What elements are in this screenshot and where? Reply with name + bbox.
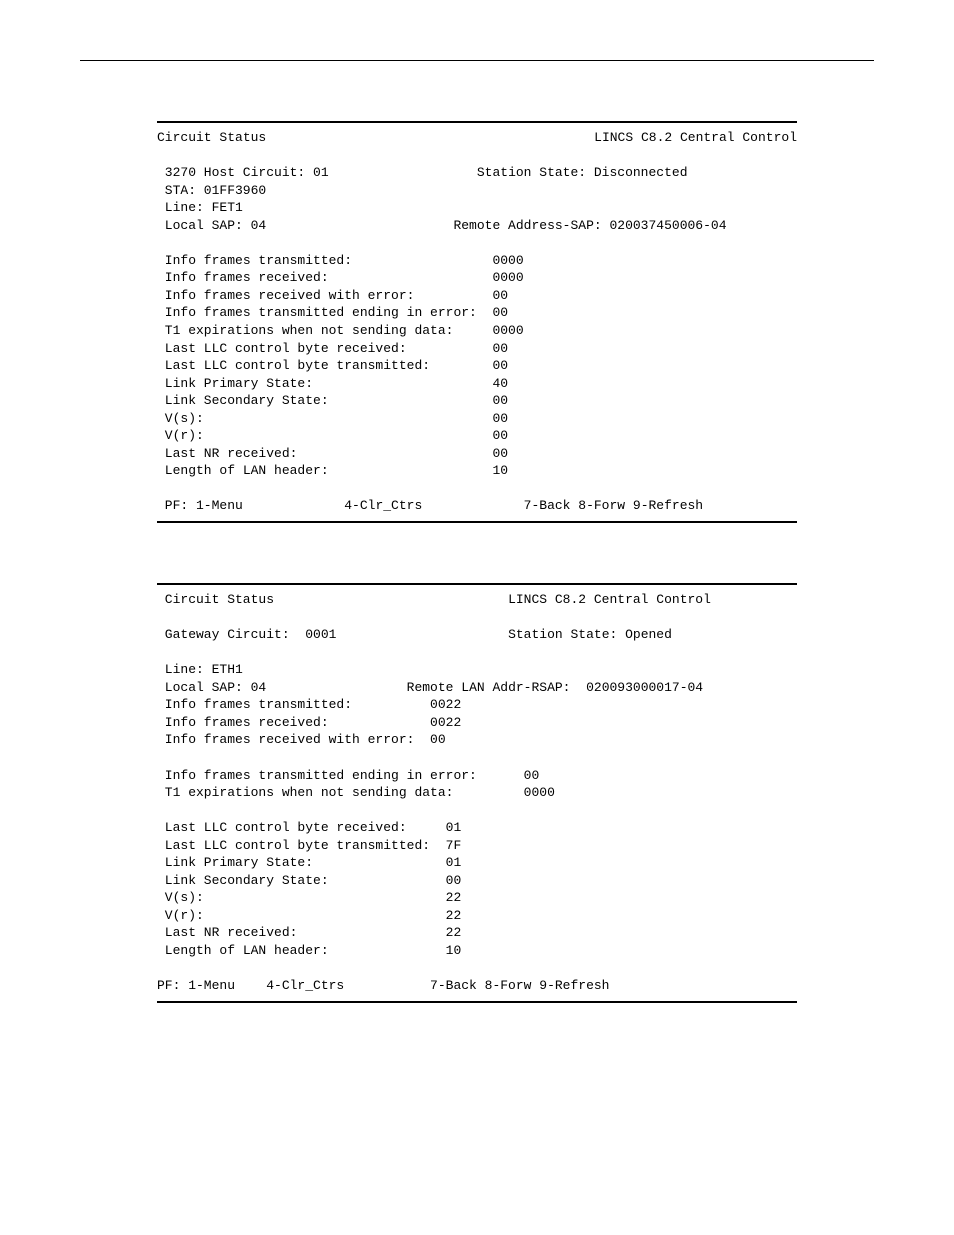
panel-top-rule: [157, 583, 797, 585]
circuit-status-panel-2: Circuit Status LINCS C8.2 Central Contro…: [157, 583, 797, 1003]
stat-row: Info frames transmitted ending in error:…: [157, 768, 539, 783]
circuit-status-panel-1: Circuit Status LINCS C8.2 Central Contro…: [157, 121, 797, 523]
stat-row: V(r): 22: [157, 908, 461, 923]
stat-row: Info frames transmitted: 0022: [157, 697, 461, 712]
panel-title-right: LINCS C8.2 Central Control: [594, 129, 797, 147]
stat-row: Link Secondary State: 00: [157, 873, 461, 888]
stat-row: Last LLC control byte transmitted: 00: [157, 358, 508, 373]
panel-bottom-rule: [157, 1001, 797, 1003]
blank-line: [157, 645, 165, 660]
remote-addr: Remote LAN Addr-RSAP: 020093000017-04: [407, 680, 703, 695]
page-top-rule: [80, 60, 874, 61]
stat-row: Link Secondary State: 00: [157, 393, 508, 408]
station-state: Station State: Opened: [508, 627, 672, 642]
stat-row: Info frames transmitted ending in error:…: [157, 305, 508, 320]
panel2-body: Circuit Status LINCS C8.2 Central Contro…: [157, 591, 797, 995]
pf-line[interactable]: PF: 1-Menu 4-Clr_Ctrs 7-Back 8-Forw 9-Re…: [157, 978, 609, 993]
remote-addr: Remote Address-SAP: 020037450006-04: [453, 218, 726, 233]
line-line: Line: FET1: [157, 200, 243, 215]
stat-row: V(s): 00: [157, 411, 508, 426]
stat-row: Link Primary State: 01: [157, 855, 461, 870]
panel1-body: 3270 Host Circuit: 01 Station State: Dis…: [157, 147, 797, 515]
panel-bottom-rule: [157, 521, 797, 523]
gateway-circuit: Gateway Circuit: 0001: [165, 627, 337, 642]
stat-row: Link Primary State: 40: [157, 376, 508, 391]
blank-line: [157, 610, 165, 625]
stat-row: Last NR received: 22: [157, 925, 461, 940]
panel-title-row: Circuit Status LINCS C8.2 Central Contro…: [157, 129, 797, 147]
panel-title-left: Circuit Status: [165, 592, 274, 607]
stat-row: T1 expirations when not sending data: 00…: [157, 785, 555, 800]
blank-line: [157, 481, 165, 496]
station-state: Station State: Disconnected: [477, 165, 688, 180]
pf-clr-ctrs[interactable]: 4-Clr_Ctrs: [344, 498, 422, 513]
stat-row: Info frames received with error: 00: [157, 288, 508, 303]
local-sap: Local SAP: 04: [165, 218, 266, 233]
stat-row: Info frames received: 0000: [157, 270, 524, 285]
stat-row: Last LLC control byte received: 01: [157, 820, 461, 835]
stat-row: Length of LAN header: 10: [157, 943, 461, 958]
stat-row: Info frames received: 0022: [157, 715, 461, 730]
stat-row: Length of LAN header: 10: [157, 463, 508, 478]
stat-row: Info frames received with error: 00: [157, 732, 446, 747]
line-line: Line: ETH1: [157, 662, 243, 677]
stat-row: T1 expirations when not sending data: 00…: [157, 323, 524, 338]
sta-line: STA: 01FF3960: [157, 183, 266, 198]
host-circuit: 3270 Host Circuit: 01: [165, 165, 329, 180]
panel-title-right: LINCS C8.2 Central Control: [508, 592, 711, 607]
stat-row: Last NR received: 00: [157, 446, 508, 461]
pf-menu[interactable]: PF: 1-Menu: [165, 498, 243, 513]
panel-title-left: Circuit Status: [157, 129, 266, 147]
stat-row: V(s): 22: [157, 890, 461, 905]
stat-row: V(r): 00: [157, 428, 508, 443]
stat-row: Last LLC control byte transmitted: 7F: [157, 838, 461, 853]
local-sap: Local SAP: 04: [165, 680, 266, 695]
stat-row: Last LLC control byte received: 00: [157, 341, 508, 356]
panel-top-rule: [157, 121, 797, 123]
blank-line: [157, 235, 165, 250]
pf-right[interactable]: 7-Back 8-Forw 9-Refresh: [524, 498, 703, 513]
blank-line: [157, 148, 173, 163]
stat-row: Info frames transmitted: 0000: [157, 253, 524, 268]
